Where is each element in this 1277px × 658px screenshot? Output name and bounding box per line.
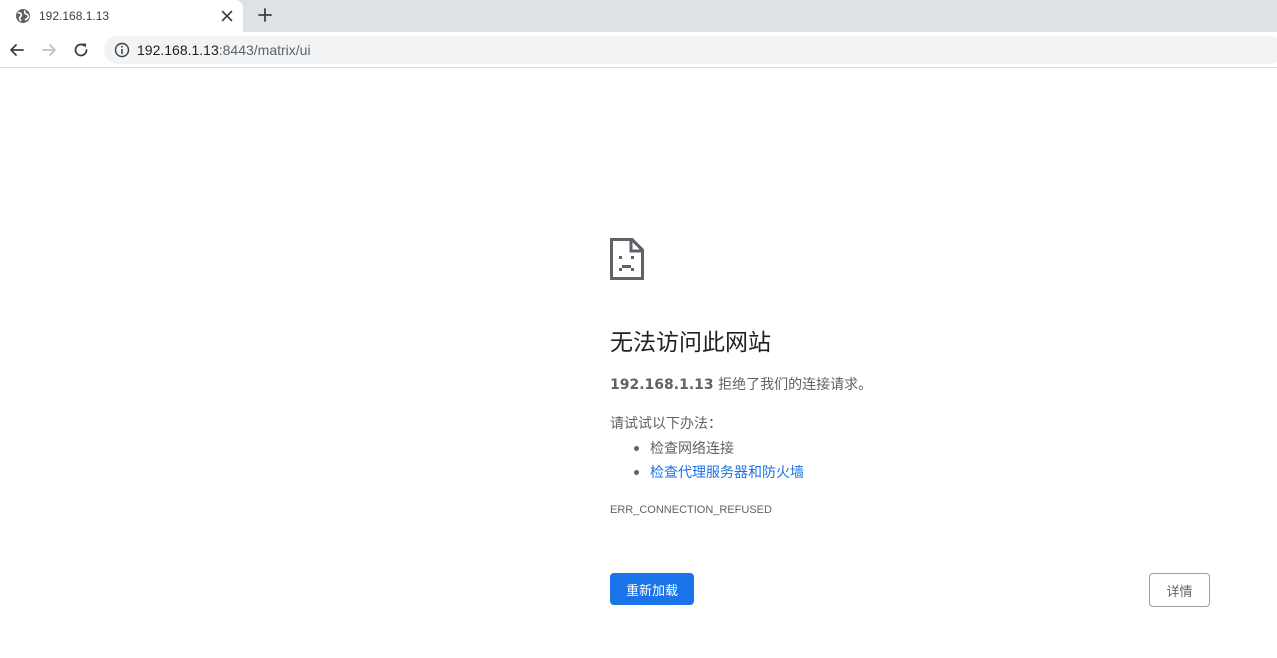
url-text[interactable]: 192.168.1.13:8443/matrix/ui	[137, 41, 311, 59]
sad-document-icon	[610, 238, 644, 280]
info-icon[interactable]	[114, 42, 130, 58]
forward-arrow-icon[interactable]	[39, 40, 59, 60]
close-icon[interactable]	[218, 7, 236, 25]
tab-strip: 192.168.1.13	[0, 0, 1277, 32]
browser-toolbar: 192.168.1.13:8443/matrix/ui	[0, 32, 1277, 68]
error-summary-text: 拒绝了我们的连接请求。	[713, 377, 873, 393]
plus-icon[interactable]	[255, 5, 275, 25]
error-title: 无法访问此网站	[610, 330, 771, 356]
url-host: 192.168.1.13	[137, 42, 219, 58]
suggestions-list: 检查网络连接 检查代理服务器和防火墙	[610, 437, 804, 485]
suggestions-heading: 请试试以下办法：	[610, 416, 722, 432]
url-path: :8443/matrix/ui	[218, 42, 311, 58]
address-bar[interactable]: 192.168.1.13:8443/matrix/ui	[104, 36, 1277, 64]
suggestion-item[interactable]: 检查代理服务器和防火墙	[610, 461, 804, 485]
error-code: ERR_CONNECTION_REFUSED	[610, 504, 772, 516]
tab-title: 192.168.1.13	[39, 9, 110, 23]
back-arrow-icon[interactable]	[7, 40, 27, 60]
active-tab[interactable]: 192.168.1.13	[0, 0, 243, 32]
suggestion-item: 检查网络连接	[610, 437, 804, 461]
reload-button[interactable]: 重新加载	[610, 573, 694, 605]
suggestion-check-network: 检查网络连接	[650, 441, 734, 457]
reload-icon[interactable]	[71, 40, 91, 60]
details-button[interactable]: 详情	[1149, 573, 1210, 607]
suggestion-check-proxy-link[interactable]: 检查代理服务器和防火墙	[650, 465, 804, 481]
globe-icon	[16, 9, 30, 23]
error-host: 192.168.1.13	[610, 377, 714, 393]
error-summary: 192.168.1.13 拒绝了我们的连接请求。	[610, 375, 872, 395]
